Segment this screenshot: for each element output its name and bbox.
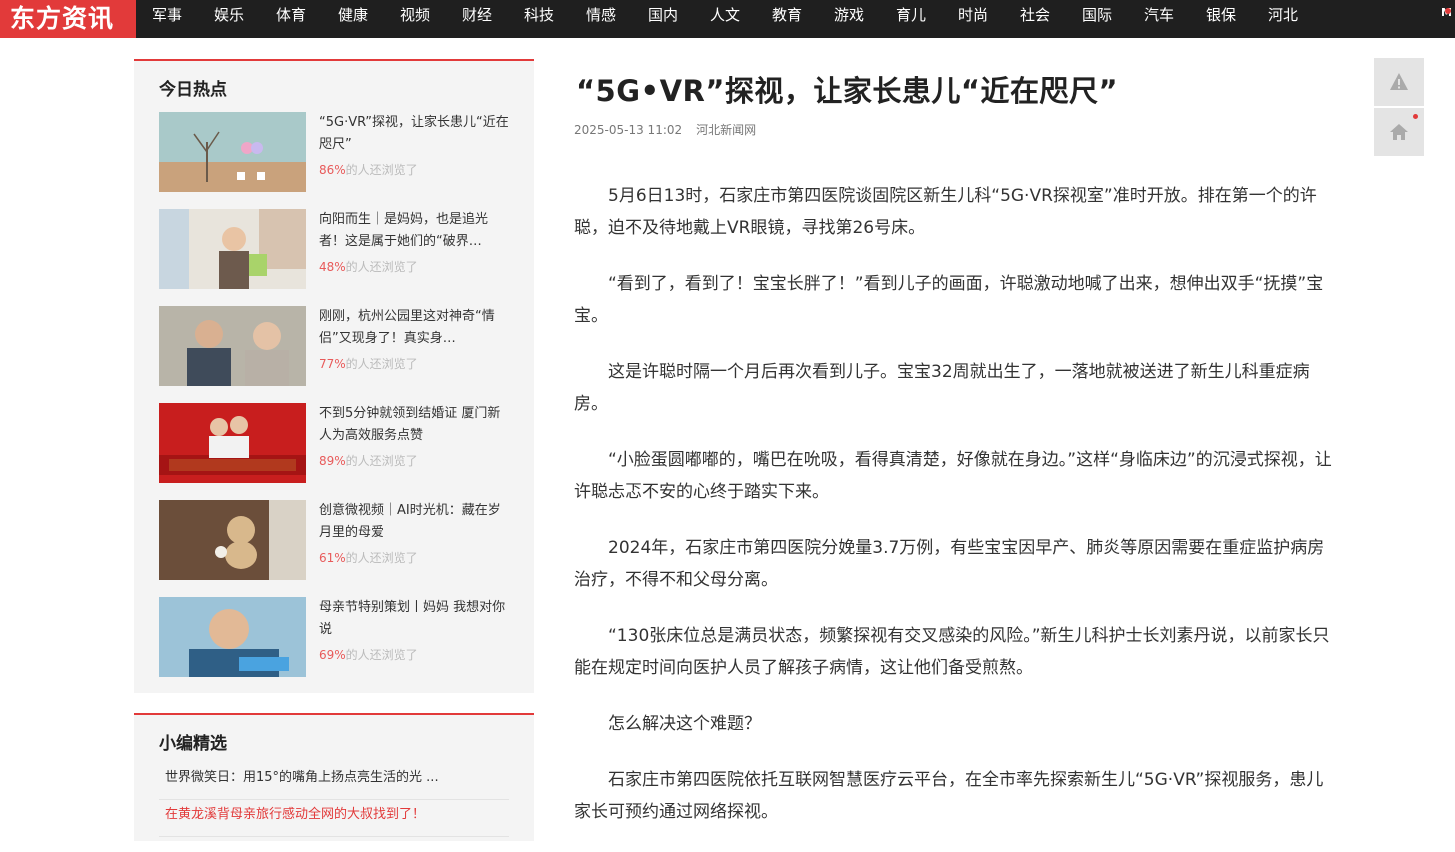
- nav-item-health[interactable]: 健康: [322, 0, 384, 38]
- article-paragraph: 石家庄市第四医院依托互联网智慧医疗云平台，在全市率先探索新生儿“5G·VR”探视…: [574, 770, 1324, 822]
- hot-news-meta: 77%的人还浏览了: [319, 355, 418, 372]
- hot-news-meta: 69%的人还浏览了: [319, 646, 418, 663]
- hot-news-percent: 48%: [319, 260, 346, 274]
- nav-item-auto[interactable]: 汽车: [1128, 0, 1190, 38]
- hot-news-percent: 77%: [319, 357, 346, 371]
- nav-item-entertainment[interactable]: 娱乐: [198, 0, 260, 38]
- site-logo[interactable]: 东方资讯: [0, 0, 136, 38]
- hot-news-item[interactable]: 不到5分钟就领到结婚证 厦门新人为高效服务点赞 89%的人还浏览了: [159, 403, 519, 483]
- hot-news-meta: 61%的人还浏览了: [319, 549, 418, 566]
- hot-news-percent: 69%: [319, 648, 346, 662]
- hot-news-headline: 不到5分钟就领到结婚证 厦门新人为高效服务点赞: [319, 406, 501, 443]
- article-paragraph: “看到了，看到了！宝宝长胖了！”看到儿子的画面，许聪激动地喊了出来，想伸出双手“…: [574, 274, 1324, 326]
- hot-news-thumbnail: [159, 597, 306, 677]
- nav-item-hebei[interactable]: 河北: [1252, 0, 1314, 38]
- hot-news-thumbnail: [159, 306, 306, 386]
- pick-item[interactable]: 世界微笑日：用15°的嘴角上扬点亮生活的光 ...: [159, 763, 509, 800]
- hot-news-percent: 86%: [319, 163, 346, 177]
- hot-news-meta: 86%的人还浏览了: [319, 161, 418, 178]
- hot-news-thumbnail: [159, 112, 306, 192]
- article-title: “5G•VR”探视，让家长患儿“近在咫尺”: [576, 74, 1119, 108]
- editor-picks-list: 世界微笑日：用15°的嘴角上扬点亮生活的光 ... 在黄龙溪背母亲旅行感动全网的…: [159, 763, 509, 837]
- hot-news-suffix: 的人还浏览了: [345, 260, 418, 274]
- nav-item-education[interactable]: 教育: [756, 0, 818, 38]
- article-paragraph: 5月6日13时，石家庄市第四医院谈固院区新生儿科“5G·VR探视室”准时开放。排…: [574, 186, 1317, 238]
- hot-news-headline: “5G·VR”探视，让家长患儿“近在咫尺”: [319, 115, 509, 152]
- home-button[interactable]: [1374, 108, 1424, 156]
- hot-news-suffix: 的人还浏览了: [345, 648, 418, 662]
- hot-news-suffix: 的人还浏览了: [345, 454, 418, 468]
- hot-news-percent: 61%: [319, 551, 346, 565]
- hot-news-headline: 母亲节特别策划丨妈妈 我想对你说: [319, 600, 506, 637]
- hot-news-title: 今日热点: [159, 80, 227, 100]
- hot-news-suffix: 的人还浏览了: [345, 551, 418, 565]
- nav-item-culture[interactable]: 人文: [694, 0, 756, 38]
- hot-news-percent: 89%: [319, 454, 346, 468]
- nav-item-sports[interactable]: 体育: [260, 0, 322, 38]
- report-button[interactable]: [1374, 58, 1424, 106]
- home-icon: [1390, 124, 1408, 140]
- user-menu-icon[interactable]: M: [1441, 6, 1455, 20]
- editor-picks-panel: 小编精选 世界微笑日：用15°的嘴角上扬点亮生活的光 ... 在黄龙溪背母亲旅行…: [134, 713, 534, 841]
- nav-item-banking[interactable]: 银保: [1190, 0, 1252, 38]
- nav-item-domestic[interactable]: 国内: [632, 0, 694, 38]
- article-paragraph: 2024年，石家庄市第四医院分娩量3.7万例，有些宝宝因早产、肺炎等原因需要在重…: [574, 538, 1325, 590]
- hot-news-item[interactable]: 刚刚，杭州公园里这对神奇“情侣”又现身了！真实身… 77%的人还浏览了: [159, 306, 519, 386]
- hot-news-item[interactable]: 创意微视频｜AI时光机：藏在岁月里的母爱 61%的人还浏览了: [159, 500, 519, 580]
- nav-item-games[interactable]: 游戏: [818, 0, 880, 38]
- hot-news-suffix: 的人还浏览了: [345, 163, 418, 177]
- pick-item[interactable]: 在黄龙溪背母亲旅行感动全网的大叔找到了！: [159, 800, 509, 837]
- article-paragraph: 怎么解决这个难题？: [608, 714, 761, 734]
- nav-item-video[interactable]: 视频: [384, 0, 446, 38]
- nav-item-society[interactable]: 社会: [1004, 0, 1066, 38]
- hot-news-meta: 48%的人还浏览了: [319, 258, 418, 275]
- nav-item-military[interactable]: 军事: [136, 0, 198, 38]
- hot-news-headline: 创意微视频｜AI时光机：藏在岁月里的母爱: [319, 503, 501, 540]
- hot-news-item[interactable]: “5G·VR”探视，让家长患儿“近在咫尺” 86%的人还浏览了: [159, 112, 519, 192]
- hot-news-headline: 刚刚，杭州公园里这对神奇“情侣”又现身了！真实身…: [319, 309, 495, 346]
- nav-item-tech[interactable]: 科技: [508, 0, 570, 38]
- hot-news-item[interactable]: 向阳而生｜是妈妈，也是追光者！这是属于她们的“破界… 48%的人还浏览了: [159, 209, 519, 289]
- category-nav: 军事 娱乐 体育 健康 视频 财经 科技 情感 国内 人文 教育 游戏 育儿 时…: [136, 0, 1314, 38]
- nav-item-international[interactable]: 国际: [1066, 0, 1128, 38]
- article-meta: 2025-05-13 11:02 河北新闻网: [574, 122, 1339, 138]
- nav-item-finance[interactable]: 财经: [446, 0, 508, 38]
- top-nav-bar: 东方资讯 军事 娱乐 体育 健康 视频 财经 科技 情感 国内 人文 教育 游戏…: [0, 0, 1455, 38]
- nav-item-fashion[interactable]: 时尚: [942, 0, 1004, 38]
- hot-news-meta: 89%的人还浏览了: [319, 452, 418, 469]
- article: “5G•VR”探视，让家长患儿“近在咫尺” 2025-05-13 11:02 河北…: [574, 60, 1339, 852]
- article-paragraph: “小脸蛋圆嘟嘟的，嘴巴在吮吸，看得真清楚，好像就在身边。”这样“身临床边”的沉浸…: [574, 450, 1332, 502]
- warning-icon: [1390, 73, 1408, 90]
- hot-news-thumbnail: [159, 209, 306, 289]
- article-date: 2025-05-13 11:02: [574, 123, 683, 137]
- nav-item-parenting[interactable]: 育儿: [880, 0, 942, 38]
- notification-dot: [1413, 114, 1418, 119]
- editor-picks-title: 小编精选: [159, 734, 227, 754]
- article-source[interactable]: 河北新闻网: [696, 123, 756, 137]
- hot-news-thumbnail: [159, 500, 306, 580]
- hot-news-suffix: 的人还浏览了: [345, 357, 418, 371]
- nav-item-emotion[interactable]: 情感: [570, 0, 632, 38]
- hot-news-thumbnail: [159, 403, 306, 483]
- hot-news-headline: 向阳而生｜是妈妈，也是追光者！这是属于她们的“破界…: [319, 212, 489, 249]
- article-paragraph: 这是许聪时隔一个月后再次看到儿子。宝宝32周就出生了，一落地就被送进了新生儿科重…: [574, 362, 1310, 414]
- article-body: 5月6日13时，石家庄市第四医院谈固院区新生儿科“5G·VR探视室”准时开放。排…: [574, 180, 1339, 828]
- article-paragraph: “130张床位总是满员状态，频繁探视有交叉感染的风险。”新生儿科护士长刘素丹说，…: [574, 626, 1330, 678]
- hot-news-item[interactable]: 母亲节特别策划丨妈妈 我想对你说 69%的人还浏览了: [159, 597, 519, 677]
- hot-news-panel: 今日热点 “5G·VR”探视，让家长患儿“近在咫尺” 86%的人还浏览了 向阳而…: [134, 59, 534, 693]
